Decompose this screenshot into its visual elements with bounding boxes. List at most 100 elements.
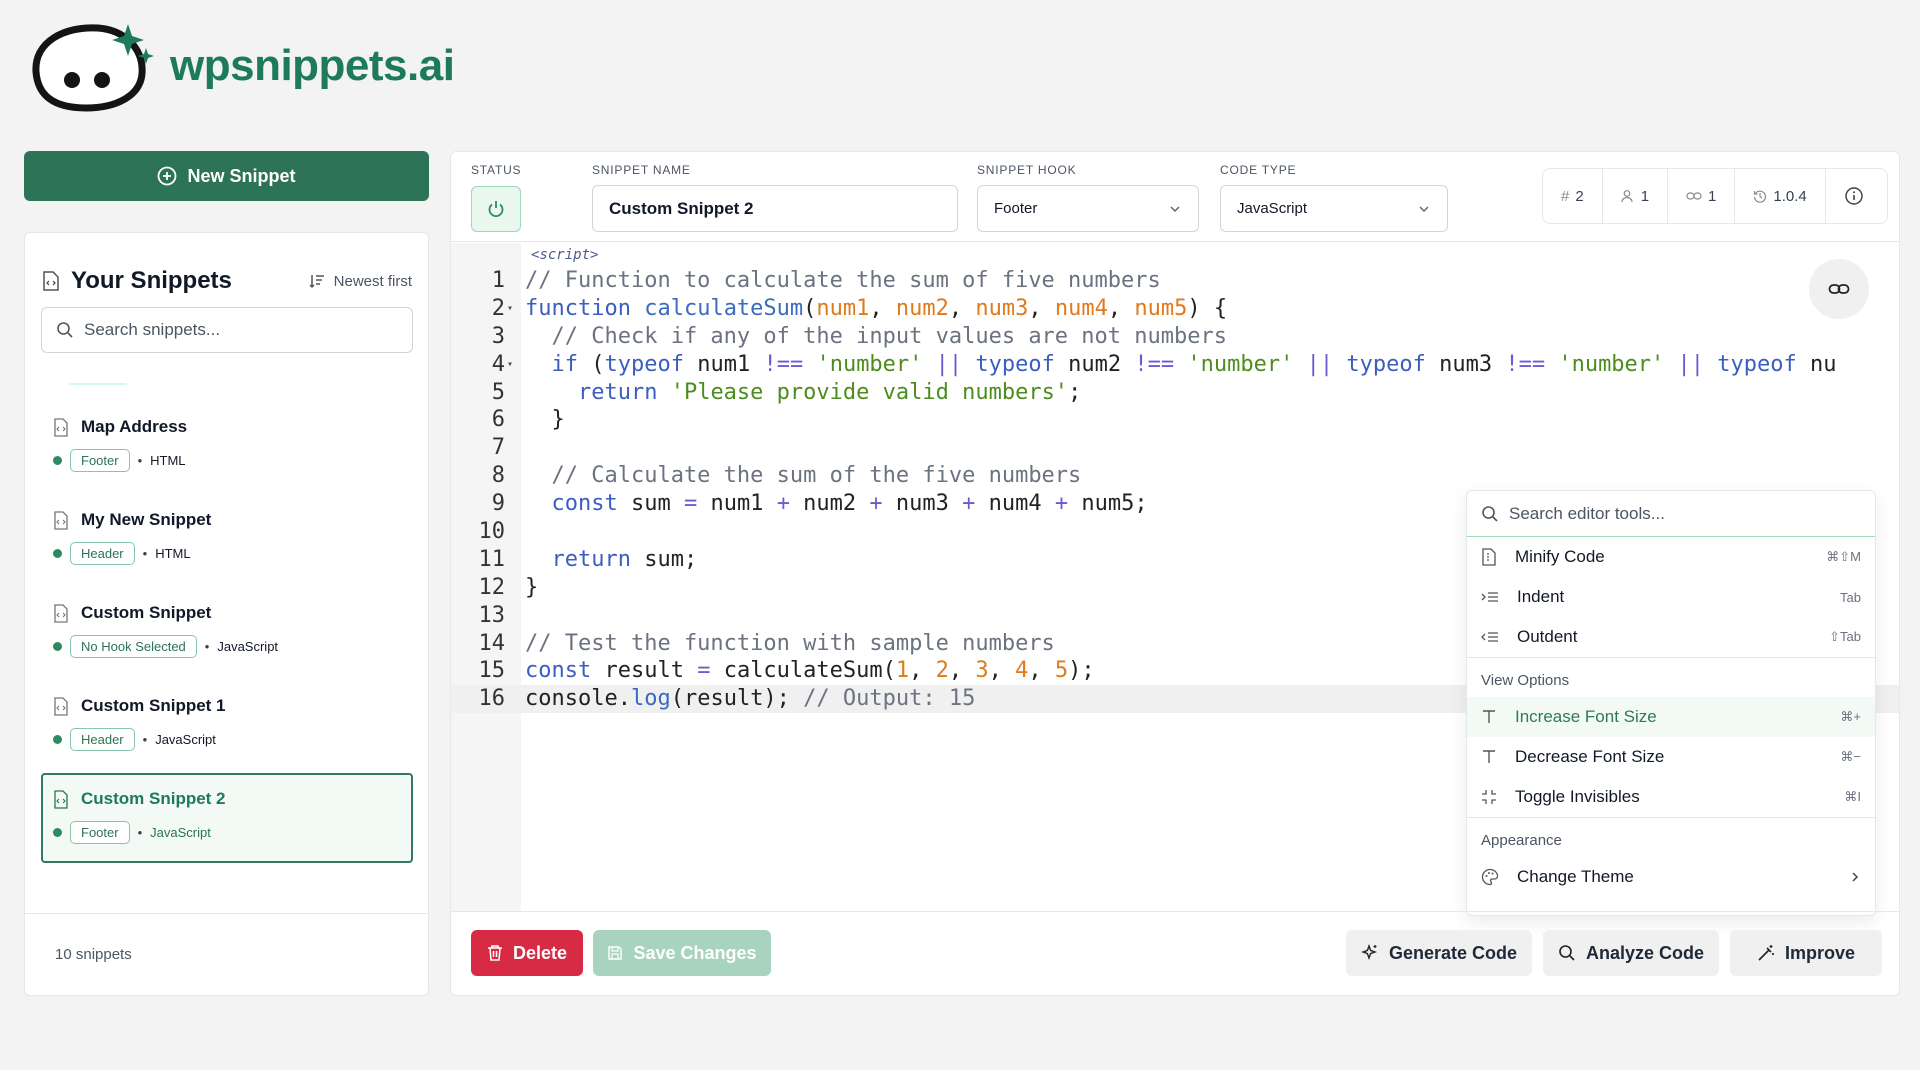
text-size-icon [1483, 750, 1495, 763]
file-code-icon [54, 510, 68, 530]
search-icon [1482, 505, 1498, 522]
snippet-hook-select[interactable]: Footer [977, 185, 1199, 232]
code-line[interactable]: 8 // Calculate the sum of the five numbe… [451, 462, 1899, 490]
magic-wand-icon [1758, 945, 1774, 961]
status-label: STATUS [471, 163, 522, 177]
line-number: 3 [491, 323, 505, 349]
line-number: 9 [491, 491, 505, 517]
hook-badge: Header [70, 542, 135, 565]
code-text: console.log(result); // Output: 15 [525, 686, 976, 712]
line-number: 6 [491, 407, 505, 433]
code-type-select[interactable]: JavaScript [1220, 185, 1448, 232]
list-item[interactable]: Custom Snippet 1 Header • JavaScript [41, 680, 413, 772]
file-code-icon [54, 417, 68, 437]
link-button[interactable] [1809, 259, 1869, 319]
info-button[interactable] [1826, 169, 1882, 223]
snippet-toolbar: STATUS SNIPPET NAME Custom Snippet 2 SNI… [451, 152, 1899, 242]
generate-code-button[interactable]: Generate Code [1346, 930, 1532, 976]
file-code-icon [54, 789, 68, 809]
line-number: 2 [491, 295, 505, 321]
line-number: 5 [491, 379, 505, 405]
delete-button[interactable]: Delete [471, 930, 583, 976]
file-code-icon [43, 271, 59, 291]
code-line[interactable]: 5 return 'Please provide valid numbers'; [451, 379, 1899, 407]
code-editor[interactable]: <script> 1 // Function to calculate the s… [451, 243, 1899, 916]
status-dot [53, 828, 62, 837]
hash-stat: # 2 [1543, 169, 1603, 223]
chevron-down-icon [1170, 205, 1180, 212]
status-dot [53, 456, 62, 465]
menu-item-outdent[interactable]: Outdent ⇧Tab [1467, 617, 1875, 657]
view-options-heading: View Options [1467, 657, 1875, 697]
code-text: // Test the function with sample numbers [525, 630, 1055, 656]
code-text: // Check if any of the input values are … [525, 323, 1227, 349]
save-changes-button[interactable]: Save Changes [593, 930, 771, 976]
brand-name: wpsnippets.ai [170, 41, 455, 90]
list-item[interactable]: Map Address Footer • HTML [41, 401, 413, 493]
code-type: HTML [150, 453, 186, 468]
list-item[interactable]: Custom Snippet No Hook Selected • JavaSc… [41, 587, 413, 679]
code-type: HTML [155, 546, 191, 561]
link-icon [1828, 284, 1850, 294]
tools-search-input[interactable] [1509, 503, 1849, 524]
links-stat: 1 [1668, 169, 1736, 223]
code-line[interactable]: 7 [451, 434, 1899, 462]
collapse-icon [1482, 790, 1496, 804]
fold-icon[interactable]: ▾ [507, 351, 513, 379]
menu-item-indent[interactable]: Indent Tab [1467, 577, 1875, 617]
palette-icon [1481, 868, 1499, 886]
line-number: 4 [491, 351, 505, 377]
code-type: JavaScript [217, 639, 279, 654]
tools-search[interactable] [1467, 491, 1875, 537]
code-line[interactable]: 3 // Check if any of the input values ar… [451, 323, 1899, 351]
snippet-search[interactable] [41, 307, 413, 353]
code-line[interactable]: 4 ▾ if (typeof num1 !== 'number' || typeo… [451, 351, 1899, 379]
code-line[interactable]: 1 // Function to calculate the sum of fiv… [451, 267, 1899, 295]
code-line[interactable]: 2 ▾ function calculateSum(num1, num2, num3… [451, 295, 1899, 323]
history-icon [1754, 190, 1767, 203]
file-code-icon [54, 696, 68, 716]
code-type: JavaScript [155, 732, 216, 747]
snippet-stats: # 2 1 1 1.0.4 [1542, 168, 1888, 224]
hash-icon: # [1561, 187, 1570, 205]
status-toggle[interactable] [471, 186, 521, 232]
list-item[interactable]: My New Snippet Header • HTML [41, 494, 413, 586]
snippet-name: Custom Snippet 1 [81, 696, 226, 715]
hook-value: Footer [994, 200, 1038, 217]
line-number: 11 [478, 546, 506, 572]
sort-toggle[interactable]: Newest first [308, 272, 412, 290]
file-zip-icon [1482, 548, 1496, 566]
code-line[interactable]: 6 } [451, 406, 1899, 434]
list-item-active[interactable]: Custom Snippet 2 Footer • JavaScript [41, 773, 413, 863]
snippet-name: Map Address [81, 417, 188, 436]
chevron-right-icon [1852, 872, 1859, 882]
file-code-icon [54, 603, 68, 623]
improve-button[interactable]: Improve [1730, 930, 1882, 976]
code-type-label: CODE TYPE [1220, 163, 1297, 177]
appearance-heading: Appearance [1467, 817, 1875, 857]
menu-item-decrease-font[interactable]: Decrease Font Size ⌘− [1467, 737, 1875, 777]
type-value: JavaScript [1237, 200, 1308, 217]
fold-icon[interactable]: ▾ [507, 295, 513, 323]
snippet-count: 10 snippets [25, 913, 428, 995]
snippet-name: Custom Snippet [81, 603, 212, 622]
line-number: 8 [491, 463, 505, 489]
menu-item-change-theme[interactable]: Change Theme [1467, 857, 1875, 897]
hook-badge: No Hook Selected [70, 635, 197, 658]
version-stat: 1.0.4 [1735, 169, 1826, 223]
snippet-name-input[interactable]: Custom Snippet 2 [592, 185, 958, 232]
menu-item-increase-font[interactable]: Increase Font Size ⌘+ [1467, 697, 1875, 737]
code-text: const result = calculateSum(1, 2, 3, 4, … [525, 658, 1095, 684]
line-number: 14 [478, 630, 506, 656]
menu-item-minify[interactable]: Minify Code ⌘⇧M [1467, 537, 1875, 577]
analyze-code-button[interactable]: Analyze Code [1543, 930, 1719, 976]
line-number: 7 [491, 435, 505, 461]
search-input[interactable] [84, 320, 384, 340]
new-snippet-button[interactable]: New Snippet [24, 151, 429, 201]
trash-icon [487, 945, 502, 961]
sparkle-icon [1360, 944, 1378, 961]
new-snippet-label: New Snippet [187, 165, 296, 186]
status-dot [53, 735, 62, 744]
menu-item-toggle-invisibles[interactable]: Toggle Invisibles ⌘I [1467, 777, 1875, 817]
code-text: function calculateSum(num1, num2, num3, … [525, 295, 1228, 321]
